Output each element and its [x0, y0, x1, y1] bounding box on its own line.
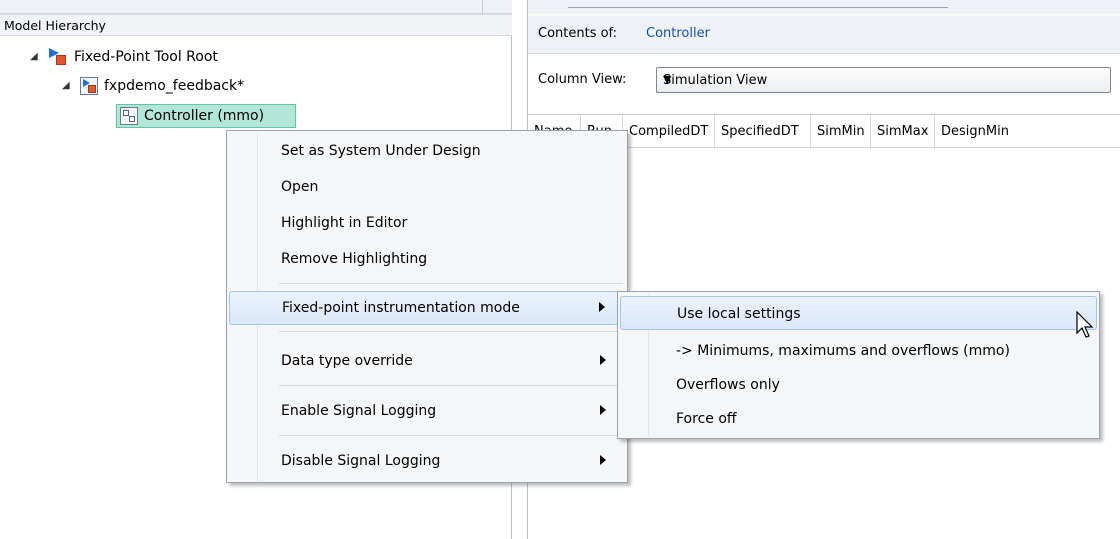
- menu-item-disable-signal-logging[interactable]: Disable Signal Logging: [229, 445, 626, 479]
- tree-node-model[interactable]: ◢ fxpdemo_feedback*: [62, 75, 244, 97]
- left-toolbar-strip: [0, 0, 512, 14]
- submenu-arrow-icon: [600, 355, 606, 365]
- chevron-down-icon[interactable]: ▼: [663, 73, 1102, 86]
- submenu-arrow-icon: [600, 455, 606, 465]
- menu-item-set-system-under-design[interactable]: Set as System Under Design: [229, 135, 626, 169]
- instrumentation-submenu: Use local settings -> Minimums, maximums…: [617, 291, 1100, 439]
- column-header-specifieddt[interactable]: SpecifiedDT: [715, 115, 811, 149]
- column-view-label: Column View:: [538, 72, 627, 87]
- column-header-compileddt[interactable]: CompiledDT: [623, 115, 715, 149]
- submenu-item-force-off[interactable]: Force off: [620, 402, 1097, 436]
- menu-item-fixed-point-instrumentation-mode[interactable]: Fixed-point instrumentation mode: [229, 291, 626, 325]
- tree-node-label: fxpdemo_feedback*: [104, 78, 245, 94]
- column-header-designmin[interactable]: DesignMin: [935, 115, 1120, 149]
- menu-item-label: Disable Signal Logging: [281, 453, 441, 469]
- submenu-item-mmo[interactable]: -> Minimums, maximums and overflows (mmo…: [620, 334, 1097, 368]
- menu-item-label: Highlight in Editor: [281, 215, 408, 231]
- model-hierarchy-title: Model Hierarchy: [4, 18, 106, 33]
- submenu-item-label: -> Minimums, maximums and overflows (mmo…: [676, 343, 1010, 359]
- column-header-simmax[interactable]: SimMax: [871, 115, 935, 149]
- menu-item-enable-signal-logging[interactable]: Enable Signal Logging: [229, 395, 626, 429]
- menu-item-highlight-in-editor[interactable]: Highlight in Editor: [229, 207, 626, 241]
- mouse-cursor-icon: [1076, 311, 1094, 338]
- toolbar-field: [568, 0, 948, 8]
- tree-node-label: Fixed-Point Tool Root: [74, 49, 218, 65]
- menu-item-remove-highlighting[interactable]: Remove Highlighting: [229, 243, 626, 277]
- submenu-item-label: Overflows only: [676, 377, 780, 393]
- submenu-item-label: Use local settings: [677, 306, 801, 322]
- menu-item-label: Set as System Under Design: [281, 143, 481, 159]
- subsystem-icon: [120, 107, 138, 125]
- root-icon: [48, 48, 68, 66]
- tree-node-controller[interactable]: Controller (mmo): [120, 105, 264, 127]
- context-menu: Set as System Under Design Open Highligh…: [226, 130, 628, 483]
- contents-bar: Contents of: Controller: [528, 16, 1120, 54]
- submenu-item-overflows-only[interactable]: Overflows only: [620, 368, 1097, 402]
- model-hierarchy-header: Model Hierarchy: [0, 14, 512, 36]
- menu-item-label: Open: [281, 179, 319, 195]
- model-icon: [80, 77, 98, 95]
- menu-separator: [279, 283, 623, 284]
- menu-item-label: Remove Highlighting: [281, 251, 428, 267]
- submenu-item-label: Force off: [676, 411, 737, 427]
- expand-arrow-icon[interactable]: ◢: [62, 81, 72, 91]
- tree-node-root[interactable]: ◢ Fixed-Point Tool Root: [30, 46, 218, 68]
- menu-separator: [279, 385, 623, 386]
- submenu-arrow-icon: [599, 302, 605, 312]
- menu-item-label: Enable Signal Logging: [281, 403, 437, 419]
- menu-separator: [279, 331, 623, 332]
- toolbar-divider: [482, 0, 483, 14]
- menu-item-label: Fixed-point instrumentation mode: [282, 300, 520, 316]
- submenu-item-use-local-settings[interactable]: Use local settings: [620, 296, 1097, 330]
- expand-arrow-icon[interactable]: ◢: [30, 52, 40, 62]
- column-header-simmin[interactable]: SimMin: [811, 115, 871, 149]
- right-toolbar-strip: [528, 0, 1120, 14]
- menu-separator: [279, 435, 623, 436]
- menu-item-open[interactable]: Open: [229, 171, 626, 205]
- menu-item-data-type-override[interactable]: Data type override: [229, 345, 626, 379]
- column-view-select[interactable]: Simulation View ▼: [656, 67, 1111, 93]
- menu-item-label: Data type override: [281, 353, 413, 369]
- contents-of-label: Contents of:: [538, 26, 618, 41]
- contents-of-value: Controller: [646, 26, 710, 41]
- tree-node-label: Controller (mmo): [144, 108, 265, 124]
- submenu-arrow-icon: [600, 405, 606, 415]
